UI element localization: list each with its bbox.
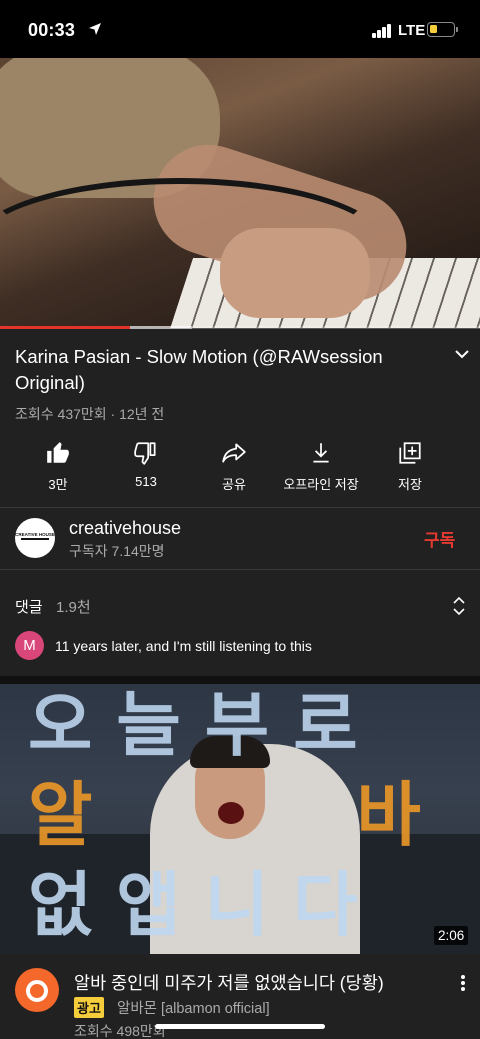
top-comment[interactable]: 11 years later, and I'm still listening … [55, 638, 312, 654]
thumbnail-text-ba: 바 [356, 776, 445, 854]
download-label: 오프라인 저장 [283, 477, 359, 492]
thumbs-up-icon [47, 442, 69, 463]
subscribe-button[interactable]: 구독 [424, 526, 455, 551]
thumbs-down-icon [134, 442, 156, 465]
home-indicator[interactable] [155, 1024, 325, 1029]
share-label: 공유 [222, 477, 246, 492]
albamon-logo-icon [26, 980, 48, 1002]
channel-name[interactable]: creativehouse [69, 518, 181, 539]
battery-cap [456, 27, 458, 32]
more-options-icon[interactable] [460, 974, 466, 992]
battery-icon [427, 22, 455, 37]
thumbnail-text-line1: 오늘부로 [28, 686, 382, 764]
share-icon [222, 443, 246, 463]
thumbnail-text-al: 알 [28, 776, 117, 854]
commenter-avatar: M [15, 631, 44, 660]
network-type: LTE [398, 22, 426, 39]
save-button[interactable]: 저장 [380, 440, 440, 493]
status-bar: 00:33 LTE [0, 0, 480, 58]
save-label: 저장 [398, 477, 422, 492]
channel-logo-line [21, 538, 49, 540]
advertiser-avatar[interactable] [15, 968, 59, 1012]
divider [0, 569, 480, 570]
add-to-playlist-icon [399, 442, 421, 464]
expand-collapse-icon[interactable] [452, 596, 466, 616]
ad-thumbnail[interactable]: 오늘부로 알바 없앱니다 [0, 684, 480, 954]
ad-views: 조회수 498만회 [74, 1023, 166, 1039]
video-title[interactable]: Karina Pasian - Slow Motion (@RAWsession… [15, 344, 435, 396]
thumbnail-text-line2: 알바 [28, 780, 445, 850]
signal-icon [372, 24, 392, 38]
thumbnail-text-line3: 없앱니다 [28, 866, 382, 944]
video-player[interactable] [0, 58, 480, 328]
download-button[interactable]: 오프라인 저장 [276, 440, 366, 493]
ad-channel[interactable]: 알바몬 [albamon official] [117, 997, 270, 1018]
video-progress-bar[interactable] [0, 326, 480, 329]
download-icon [313, 443, 329, 463]
played-bar [0, 326, 130, 329]
comments-count: 1.9천 [56, 599, 91, 616]
action-row: 3만 513 공유 오프라인 저장 저장 [0, 440, 480, 492]
like-count: 3만 [48, 477, 68, 492]
ad-badge: 광고 [74, 997, 104, 1018]
dislike-button[interactable]: 513 [116, 440, 176, 489]
divider [0, 507, 480, 508]
dislike-count: 513 [135, 474, 157, 489]
status-time: 00:33 [28, 20, 76, 40]
channel-avatar[interactable]: CREATIVE HOUSE [15, 518, 55, 558]
video-duration: 2:06 [434, 926, 469, 945]
location-arrow-icon [89, 23, 101, 35]
subscriber-count: 구독자 7.14만명 [69, 543, 165, 559]
section-separator [0, 676, 480, 684]
ad-title[interactable]: 알바 중인데 미주가 저를 없앴습니다 (당황) [74, 970, 444, 995]
like-button[interactable]: 3만 [28, 440, 88, 493]
comments-label[interactable]: 댓글 [15, 596, 43, 617]
video-meta: 조회수 437만회 · 12년 전 [15, 406, 165, 422]
channel-logo-text: CREATIVE HOUSE [15, 532, 55, 537]
chevron-down-icon[interactable] [454, 348, 470, 360]
share-button[interactable]: 공유 [204, 440, 264, 493]
